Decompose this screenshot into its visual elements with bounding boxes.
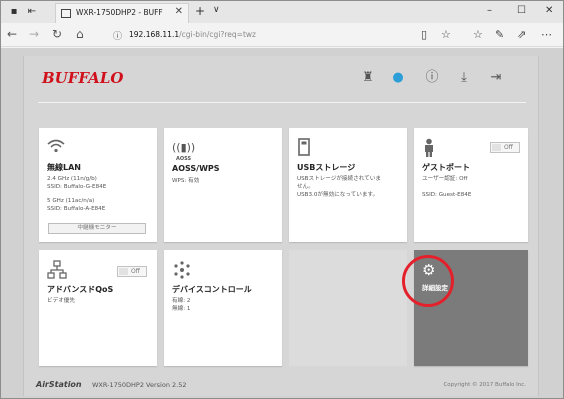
toggle-knob — [119, 268, 128, 275]
copyright: Copyright © 2017 Buffalo Inc. — [443, 382, 526, 388]
tile-title: USBストレージ — [297, 163, 356, 172]
tile-line: 有線: 2 — [172, 298, 191, 304]
browser-window: ▪ ⇤ WXR-1750DHP2 - BUFF ✕ + ∨ – ☐ ✕ ← → … — [0, 0, 564, 399]
new-tab-button[interactable]: + — [195, 4, 205, 18]
more-icon[interactable]: ⋯ — [541, 28, 552, 41]
refresh-icon[interactable]: ↻ — [52, 27, 62, 41]
home-icon[interactable]: ♜ — [360, 70, 376, 86]
tile-line: ビデオ優先 — [47, 298, 75, 304]
url-path: /cgi-bin/cgi?req=twz — [179, 30, 256, 39]
toggle-label: Off — [504, 144, 513, 151]
window-menu-icon[interactable]: ▪ — [7, 5, 21, 19]
airstation-brand: AirStation — [36, 380, 82, 389]
qos-network-icon — [47, 260, 67, 280]
tile-title: ゲストポート — [422, 163, 470, 172]
tile-aoss-wps[interactable]: ((▮)) AOSS AOSS/WPS WPS: 有効 — [164, 128, 282, 242]
globe-icon[interactable]: ● — [390, 70, 406, 86]
tile-title: デバイスコントロール — [172, 285, 252, 294]
minimize-button[interactable]: – — [487, 5, 492, 16]
tab-aside-icon[interactable]: ⇤ — [25, 5, 39, 19]
favorites-hub-icon[interactable]: ☆ — [473, 28, 483, 41]
url-host: 192.168.11.1 — [129, 30, 180, 39]
router-ui: BUFFALO ♜ ● ⓘ ⤓ ⇥ 無線LAN 2.4 GHz (11n/g/b… — [23, 56, 539, 396]
tile-empty — [289, 250, 407, 366]
highlight-circle — [402, 255, 454, 307]
aoss-icon: ((▮)) — [172, 141, 196, 154]
reading-view-icon[interactable]: ▯ — [421, 28, 427, 41]
tile-line: 5 GHz (11ac/n/a) — [47, 198, 95, 204]
page-viewport: BUFFALO ♜ ● ⓘ ⤓ ⇥ 無線LAN 2.4 GHz (11n/g/b… — [1, 48, 563, 398]
tile-line: せん。 — [297, 184, 314, 190]
browser-tab[interactable]: WXR-1750DHP2 - BUFF ✕ — [55, 3, 189, 23]
usb-drive-icon — [297, 138, 317, 158]
close-window-button[interactable]: ✕ — [545, 5, 553, 16]
wifi-icon — [47, 138, 67, 158]
tile-line: USB3.0が無効になっています。 — [297, 192, 379, 198]
buffalo-logo[interactable]: BUFFALO — [42, 69, 123, 87]
tile-guest-port[interactable]: Off ゲストポート ユーザー認証: Off SSID: Guest-E84E — [414, 128, 528, 242]
device-dots-icon — [172, 260, 192, 280]
tile-line: SSID: Buffalo-G-E84E — [47, 184, 107, 190]
info-icon[interactable]: ⓘ — [113, 29, 122, 42]
forward-arrow-icon[interactable]: → — [29, 27, 39, 41]
info-icon[interactable]: ⓘ — [424, 70, 440, 86]
tile-line: SSID: Guest-E84E — [422, 192, 472, 198]
guest-user-icon — [422, 138, 442, 158]
tab-close-icon[interactable]: ✕ — [175, 6, 183, 17]
tile-title: AOSS/WPS — [172, 164, 220, 173]
pen-notes-icon[interactable]: ✎ — [495, 28, 504, 41]
tile-wireless-lan[interactable]: 無線LAN 2.4 GHz (11n/g/b) SSID: Buffalo-G-… — [39, 128, 157, 242]
aoss-icon-label: AOSS — [176, 156, 192, 162]
tab-list-button[interactable]: ∨ — [213, 5, 220, 15]
share-icon[interactable]: ⇗ — [517, 28, 526, 41]
address-bar: ← → ↻ ⌂ ⓘ 192.168.11.1/cgi-bin/cgi?req=t… — [1, 23, 563, 47]
repeater-monitor-button[interactable]: 中継機モニター — [48, 223, 146, 234]
back-arrow-icon[interactable]: ← — [7, 27, 17, 41]
tile-title: 無線LAN — [47, 163, 81, 172]
url-text: 192.168.11.1/cgi-bin/cgi?req=twz — [129, 30, 256, 39]
url-field[interactable]: ⓘ 192.168.11.1/cgi-bin/cgi?req=twz — [107, 27, 407, 43]
tile-line: 2.4 GHz (11n/g/b) — [47, 176, 97, 182]
title-bar: ▪ ⇤ WXR-1750DHP2 - BUFF ✕ + ∨ – ☐ ✕ — [1, 1, 563, 23]
logout-icon[interactable]: ⇥ — [488, 70, 504, 86]
qos-toggle[interactable]: Off — [117, 266, 147, 277]
tile-line: WPS: 有効 — [172, 178, 200, 184]
model-version: WXR-1750DHP2 Version 2.52 — [92, 381, 187, 389]
footer: AirStation WXR-1750DHP2 Version 2.52 Cop… — [24, 376, 540, 396]
header-divider — [38, 102, 526, 103]
toggle-label: Off — [131, 268, 140, 275]
guest-port-toggle[interactable]: Off — [490, 142, 520, 153]
tile-line: 無線: 1 — [172, 306, 191, 312]
tile-advanced-qos[interactable]: Off アドバンスドQoS ビデオ優先 — [39, 250, 157, 366]
tile-line: SSID: Buffalo-A-E84E — [47, 206, 106, 212]
download-icon[interactable]: ⤓ — [456, 70, 472, 86]
tile-usb-storage[interactable]: USBストレージ USBストレージが接続されていま せん。 USB3.0が無効に… — [289, 128, 407, 242]
tile-title: アドバンスドQoS — [47, 285, 114, 294]
page-icon — [61, 9, 71, 18]
tab-title: WXR-1750DHP2 - BUFF — [76, 8, 163, 17]
tile-line: USBストレージが接続されていま — [297, 176, 381, 182]
tile-line: ユーザー認証: Off — [422, 176, 468, 182]
tile-device-control[interactable]: デバイスコントロール 有線: 2 無線: 1 — [164, 250, 282, 366]
favorite-star-icon[interactable]: ☆ — [441, 28, 451, 41]
home-icon[interactable]: ⌂ — [76, 27, 84, 41]
maximize-button[interactable]: ☐ — [517, 5, 526, 16]
toggle-knob — [492, 144, 501, 151]
